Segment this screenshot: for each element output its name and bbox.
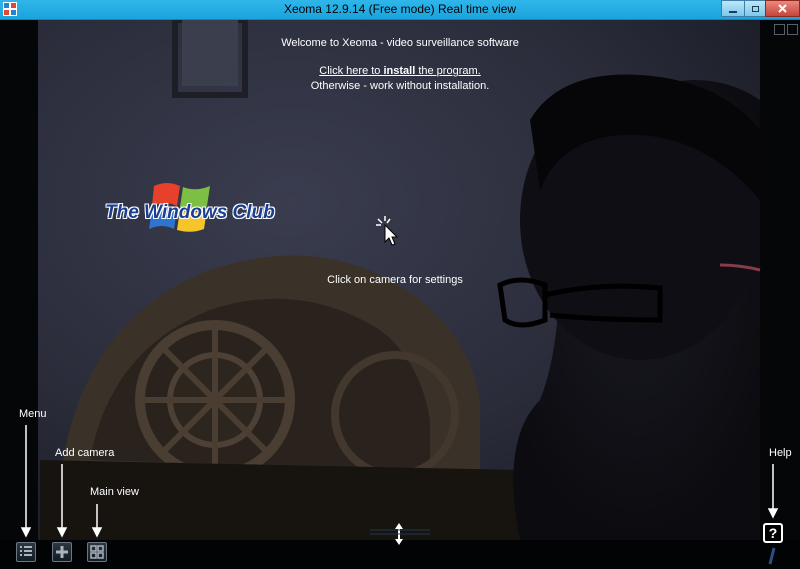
info-icon[interactable]	[764, 546, 784, 566]
main-view-button[interactable]	[87, 542, 107, 562]
minimize-icon	[729, 10, 737, 13]
annotation-arrows	[20, 425, 779, 538]
minimize-button[interactable]	[721, 0, 745, 17]
menu-list-icon	[20, 546, 32, 556]
help-button[interactable]: ?	[763, 523, 783, 543]
plus-icon	[56, 546, 68, 558]
close-button[interactable]	[765, 0, 800, 17]
close-icon	[778, 4, 787, 13]
maximize-icon	[751, 5, 759, 12]
grid-view-icon	[90, 545, 104, 559]
camera-viewport[interactable]: Welcome to Xeoma - video surveillance so…	[0, 20, 800, 569]
menu-button[interactable]	[16, 542, 36, 562]
window-title: Xeoma 12.9.14 (Free mode) Real time view	[283, 2, 517, 16]
title-bar: Xeoma 12.9.14 (Free mode) Real time view	[0, 0, 800, 20]
add-camera-button[interactable]	[52, 542, 72, 562]
maximize-button[interactable]	[744, 0, 766, 17]
